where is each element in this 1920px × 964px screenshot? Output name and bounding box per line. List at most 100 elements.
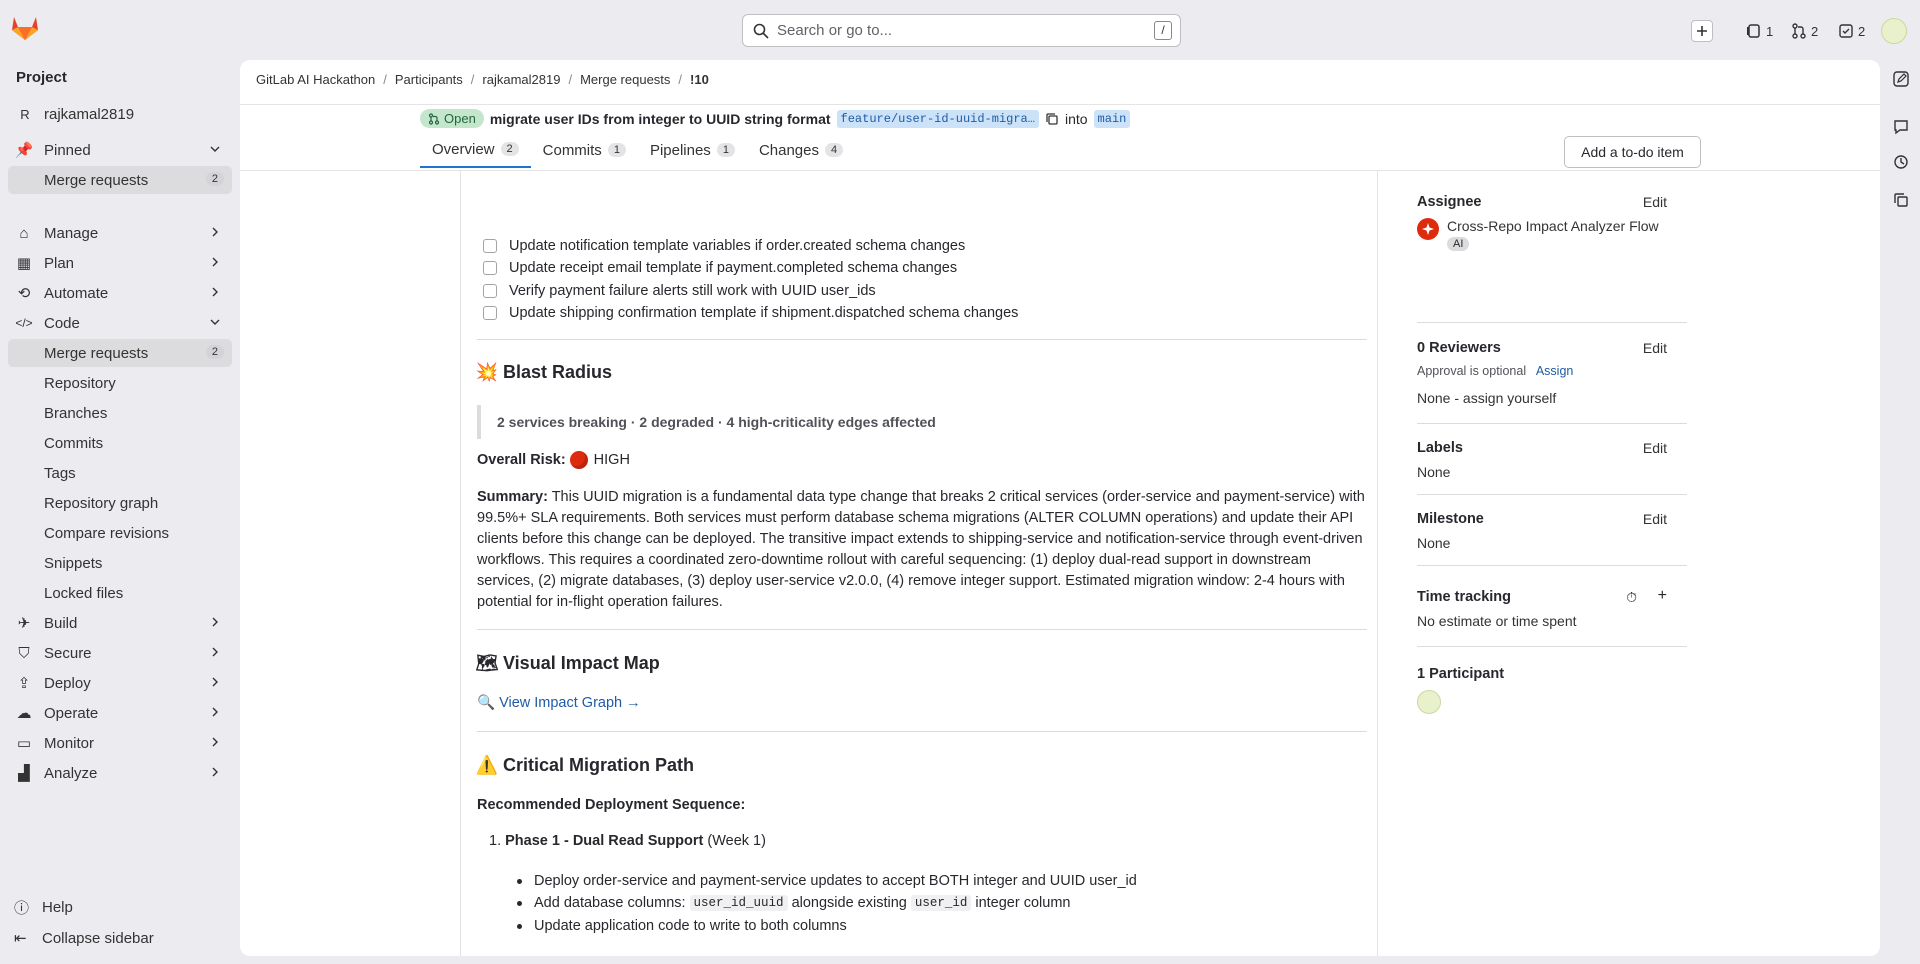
reviewers-none[interactable]: None - assign yourself <box>1417 390 1687 406</box>
heading-text: Blast Radius <box>503 362 613 382</box>
sidebar-item-analyze[interactable]: ▟ Analyze <box>8 759 232 787</box>
chevron-right-icon <box>212 647 218 657</box>
milestone-edit-button[interactable]: Edit <box>1643 511 1667 527</box>
sidebar-item-snippets[interactable]: Snippets <box>8 549 232 577</box>
sidebar-item-code-merge-requests[interactable]: Merge requests 2 <box>8 339 232 367</box>
stopwatch-icon[interactable]: ⏱ <box>1626 589 1637 606</box>
collapse-sidebar-button[interactable]: ⇤ Collapse sidebar <box>14 929 154 948</box>
view-impact-graph-link[interactable]: View Impact Graph → <box>499 695 641 711</box>
sidebar-item-secure[interactable]: ⛉ Secure <box>8 639 232 667</box>
sidebar-item-plan[interactable]: ▦ Plan <box>8 249 232 277</box>
chevron-right-icon <box>212 767 218 777</box>
sidebar-item-build[interactable]: ✈ Build <box>8 609 232 637</box>
sidebar-label: Locked files <box>44 584 124 602</box>
merge-requests-button[interactable]: 2 <box>1791 20 1818 42</box>
tab-overview[interactable]: Overview 2 <box>420 132 531 168</box>
breadcrumb-item[interactable]: Participants <box>395 72 463 87</box>
plus-icon <box>1697 26 1707 36</box>
sidebar-item-deploy[interactable]: ⇪ Deploy <box>8 669 232 697</box>
help-button[interactable]: ⓘ Help <box>14 897 73 918</box>
milestone-section: Milestone Edit None <box>1417 511 1687 551</box>
labels-edit-button[interactable]: Edit <box>1643 440 1667 456</box>
sidebar-item-monitor[interactable]: ▭ Monitor <box>8 729 232 757</box>
breadcrumb-item[interactable]: GitLab AI Hackathon <box>256 72 375 87</box>
edit-icon[interactable] <box>1892 70 1910 88</box>
sidebar-label: Build <box>44 614 78 632</box>
tab-pipelines[interactable]: Pipelines 1 <box>638 132 747 168</box>
issues-button[interactable]: 1 <box>1746 20 1773 42</box>
breadcrumb-item[interactable]: Merge requests <box>580 72 670 87</box>
into-label: into <box>1064 110 1088 127</box>
sidebar-item-manage[interactable]: ⌂ Manage <box>8 219 232 247</box>
sidebar-item-code[interactable]: </> Code <box>8 309 232 337</box>
right-rail <box>1886 60 1920 260</box>
checkbox[interactable] <box>483 306 497 320</box>
sidebar-pinned[interactable]: 📌 Pinned <box>8 136 232 164</box>
task-checkbox[interactable]: Update shipping confirmation template if… <box>483 304 1063 322</box>
assignee-edit-button[interactable]: Edit <box>1643 194 1667 210</box>
copy-icon[interactable] <box>1045 112 1059 126</box>
reviewers-section: 0 Reviewers Edit Approval is optional As… <box>1417 340 1687 406</box>
map-icon: 🗺 <box>475 653 499 673</box>
sidebar-item-commits[interactable]: Commits <box>8 429 232 457</box>
sidebar-label: Compare revisions <box>44 524 170 542</box>
sidebar-item-locked-files[interactable]: Locked files <box>8 579 232 607</box>
create-new-button[interactable] <box>1691 20 1713 42</box>
target-branch[interactable]: main <box>1093 109 1131 128</box>
sidebar-item-repository-graph[interactable]: Repository graph <box>8 489 232 517</box>
sidebar-title: Project <box>16 69 67 86</box>
reviewers-edit-button[interactable]: Edit <box>1643 340 1667 356</box>
chevron-down-icon <box>210 319 220 325</box>
sidebar-project[interactable]: R rajkamal2819 <box>8 100 232 128</box>
help-icon: ⓘ <box>14 900 30 917</box>
sidebar-item-operate[interactable]: ☁ Operate <box>8 699 232 727</box>
checkbox[interactable] <box>483 284 497 298</box>
mr-description: Update notification template variables i… <box>475 172 1367 956</box>
comment-icon[interactable] <box>1892 118 1910 136</box>
sidebar-item-tags[interactable]: Tags <box>8 459 232 487</box>
breadcrumb-current[interactable]: !10 <box>690 72 709 87</box>
add-todo-button[interactable]: Add a to-do item <box>1564 136 1701 168</box>
bullet-text: Add database columns: <box>534 895 686 911</box>
tab-label: Overview <box>432 140 495 158</box>
todo-icon <box>1839 24 1853 38</box>
assignee-avatar[interactable] <box>1417 218 1439 240</box>
user-avatar[interactable] <box>1881 18 1907 44</box>
todos-button[interactable]: 2 <box>1838 20 1865 42</box>
assign-link[interactable]: Assign <box>1536 364 1574 378</box>
sidebar-label: Analyze <box>44 764 98 782</box>
phase-week: (Week 1) <box>707 833 766 849</box>
sidebar-label: Code <box>44 314 80 332</box>
time-tracking-title: Time tracking <box>1417 589 1512 605</box>
assignee-name[interactable]: Cross-Repo Impact Analyzer Flow <box>1447 218 1659 234</box>
task-checkbox[interactable]: Verify payment failure alerts still work… <box>483 282 1063 300</box>
main-panel: GitLab AI Hackathon / Participants / rajka… <box>240 60 1880 956</box>
gitlab-logo-icon[interactable] <box>11 15 39 41</box>
visual-impact-heading: 🗺 Visual Impact Map <box>475 653 660 674</box>
code-icon: </> <box>15 316 33 330</box>
plus-icon[interactable]: + <box>1658 587 1667 605</box>
search-input[interactable]: Search or go to... / <box>742 14 1181 47</box>
participant-avatar[interactable] <box>1417 690 1441 714</box>
copy-icon[interactable] <box>1892 191 1910 209</box>
task-checkbox[interactable]: Update receipt email template if payment… <box>483 259 1063 277</box>
breadcrumb-item[interactable]: rajkamal2819 <box>482 72 560 87</box>
tab-count: 1 <box>716 143 735 157</box>
source-branch[interactable]: feature/user-id-uuid-migra… <box>836 109 1039 128</box>
phase-number: 1. <box>489 833 502 849</box>
task-checkbox[interactable]: Update notification template variables i… <box>483 237 1063 255</box>
approval-text: Approval is optional <box>1417 364 1527 378</box>
checkbox[interactable] <box>483 261 497 275</box>
sidebar-item-automate[interactable]: ⟲ Automate <box>8 279 232 307</box>
checkbox[interactable] <box>483 239 497 253</box>
sidebar-label: Repository graph <box>44 494 159 512</box>
chevron-right-icon <box>212 737 218 747</box>
history-icon[interactable] <box>1892 153 1910 171</box>
sidebar-item-repository[interactable]: Repository <box>8 369 232 397</box>
tab-commits[interactable]: Commits 1 <box>531 132 638 168</box>
sidebar-item-branches[interactable]: Branches <box>8 399 232 427</box>
sidebar-item-compare-revisions[interactable]: Compare revisions <box>8 519 232 547</box>
sidebar-pinned-merge-requests[interactable]: Merge requests 2 <box>8 166 232 194</box>
chevron-down-icon <box>210 146 220 152</box>
tab-changes[interactable]: Changes 4 <box>747 132 855 168</box>
